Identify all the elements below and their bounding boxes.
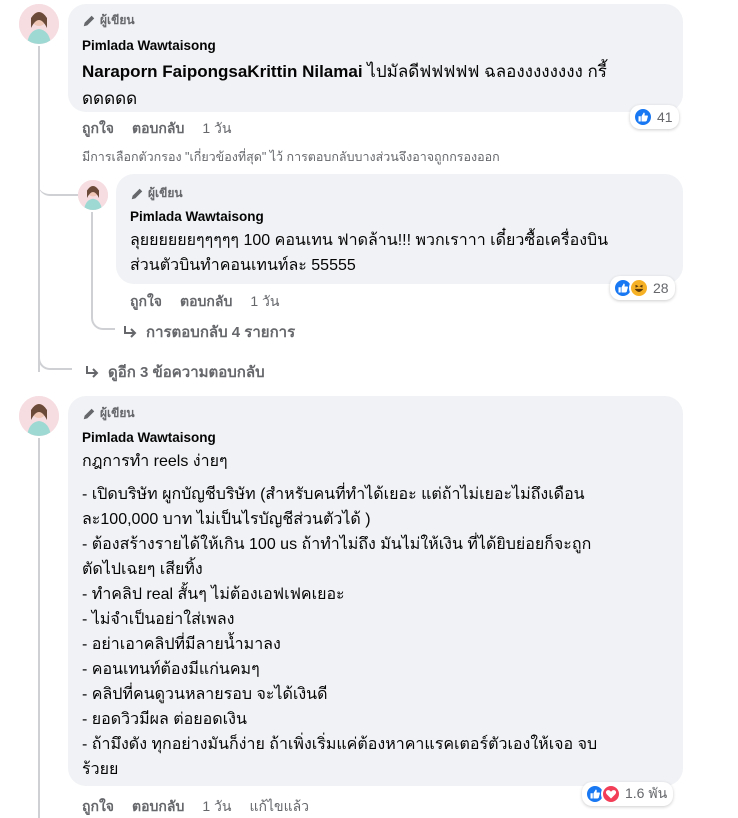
timestamp[interactable]: 1 วัน — [202, 796, 231, 818]
reaction-summary[interactable]: 1.6 พัน — [582, 782, 674, 806]
comment-actions: ถูกใจ ตอบกลับ 1 วัน — [130, 291, 279, 313]
like-button[interactable]: ถูกใจ — [82, 796, 114, 818]
thread-line-main — [38, 46, 40, 372]
avatar[interactable] — [19, 4, 59, 44]
filter-note: มีการเลือกตัวกรอง "เกี่ยวข้องที่สุด" ไว้… — [82, 150, 500, 164]
comment-text-line: - คลิปที่คนดูวนหลายรอบ จะได้เงินดี — [82, 686, 328, 703]
reaction-count: 1.6 พัน — [625, 785, 668, 801]
comment-text-line: - อย่าเอาคลิปที่มีลายน้ำมาลง — [82, 636, 281, 653]
comment-text-line: - ถ้ามึงดัง ทุกอย่างมันก็ง่าย ถ้าเพิ่งเร… — [82, 736, 598, 753]
thread-connector-replies — [91, 300, 115, 330]
author-badge: ผู้เขียน — [82, 404, 135, 423]
avatar[interactable] — [78, 180, 108, 210]
view-more-replies-label: ดูอีก 3 ข้อความตอบกลับ — [108, 364, 265, 381]
reply-button[interactable]: ตอบกลับ — [132, 118, 184, 140]
view-replies-button[interactable]: การตอบกลับ 4 รายการ — [122, 320, 295, 344]
comment-text-line: - ต้องสร้างรายได้ให้เกิน 100 us ถ้าทำไม่… — [82, 536, 592, 553]
pen-icon — [83, 15, 95, 26]
comment-text-line: ดดดดด — [82, 89, 138, 108]
reply-arrow-icon — [86, 366, 99, 378]
love-icon — [601, 784, 621, 804]
pen-icon — [131, 188, 143, 199]
author-badge-label: ผู้เขียน — [148, 186, 183, 200]
author-name[interactable]: Pimlada Wawtaisong — [82, 430, 216, 445]
thread-connector-more — [38, 340, 72, 370]
thread-line-third — [38, 438, 40, 818]
thread-line-reply — [91, 212, 93, 312]
like-button[interactable]: ถูกใจ — [130, 291, 162, 313]
view-more-replies-button[interactable]: ดูอีก 3 ข้อความตอบกลับ — [84, 360, 265, 384]
timestamp[interactable]: 1 วัน — [250, 291, 279, 313]
like-button[interactable]: ถูกใจ — [82, 118, 114, 140]
haha-icon — [629, 278, 649, 298]
comment-text-line: ร้วยย — [82, 761, 119, 778]
reaction-summary[interactable]: 28 — [610, 276, 675, 300]
comment-text-line: กฎการทำ reels ง่ายๆ — [82, 453, 228, 470]
comment-actions: ถูกใจ ตอบกลับ 1 วัน แก้ไขแล้ว — [82, 796, 309, 818]
author-badge-label: ผู้เขียน — [100, 13, 135, 27]
author-name[interactable]: Pimlada Wawtaisong — [130, 209, 264, 224]
comment-text-line — [82, 474, 597, 482]
reaction-summary[interactable]: 41 — [630, 105, 679, 129]
comment-text: Naraporn FaipongsaKrittin Nilamai ไปมัลด… — [82, 58, 607, 112]
comment-text-line: ไปมัลดีฟฟฟฟฟ ฉลองงงงงงงง กรี้ — [362, 62, 607, 81]
like-icon — [633, 107, 653, 127]
reaction-count: 41 — [657, 109, 673, 125]
view-replies-label: การตอบกลับ 4 รายการ — [146, 324, 296, 341]
reply-arrow-icon — [124, 326, 137, 338]
comment-text-line: ส่วนตัวบินทำคอนเทนท์ละ 55555 — [130, 257, 356, 274]
comment-text-line: - ยอดวิวมีผล ต่อยอดเงิน — [82, 711, 247, 728]
comment-text: ลุยยยยยยๆๆๆๆๆ 100 คอนเทน ฟาดล้าน!!! พวกเ… — [130, 228, 608, 278]
comment-text-line: ละ100,000 บาท ไม่เป็นไรบัญชีส่วนตัวได้ ) — [82, 511, 371, 528]
comment-text: กฎการทำ reels ง่ายๆ - เปิดบริษัท ผูกบัญช… — [82, 449, 597, 782]
author-badge: ผู้เขียน — [130, 184, 183, 203]
author-name[interactable]: Pimlada Wawtaisong — [82, 38, 216, 53]
comment-actions: ถูกใจ ตอบกลับ 1 วัน — [82, 118, 231, 140]
author-badge: ผู้เขียน — [82, 11, 135, 30]
reply-button[interactable]: ตอบกลับ — [132, 796, 184, 818]
avatar[interactable] — [19, 396, 59, 436]
edited-label[interactable]: แก้ไขแล้ว — [249, 796, 309, 818]
comment-text-line: - คอนเทนท์ต้องมีแก่นคมๆ — [82, 661, 260, 678]
reaction-count: 28 — [653, 280, 669, 296]
comment-text-line: ลุยยยยยยๆๆๆๆๆ 100 คอนเทน ฟาดล้าน!!! พวกเ… — [130, 232, 609, 249]
pen-icon — [83, 408, 95, 419]
comment-text-line: ตัดไปเฉยๆ เสียทิ้ง — [82, 561, 203, 578]
comment-text-line: - ไม่จำเป็นอย่าใส่เพลง — [82, 611, 235, 628]
author-badge-label: ผู้เขียน — [100, 406, 135, 420]
thread-connector-reply — [38, 160, 78, 196]
mention-link[interactable]: Naraporn FaipongsaKrittin Nilamai — [82, 62, 363, 81]
comment-text-line: - ทำคลิป real สั้นๆ ไม่ต้องเอฟเฟคเยอะ — [82, 586, 345, 603]
comment-text-line: - เปิดบริษัท ผูกบัญชีบริษัท (สำหรับคนที่… — [82, 486, 585, 503]
timestamp[interactable]: 1 วัน — [202, 118, 231, 140]
reply-button[interactable]: ตอบกลับ — [180, 291, 232, 313]
